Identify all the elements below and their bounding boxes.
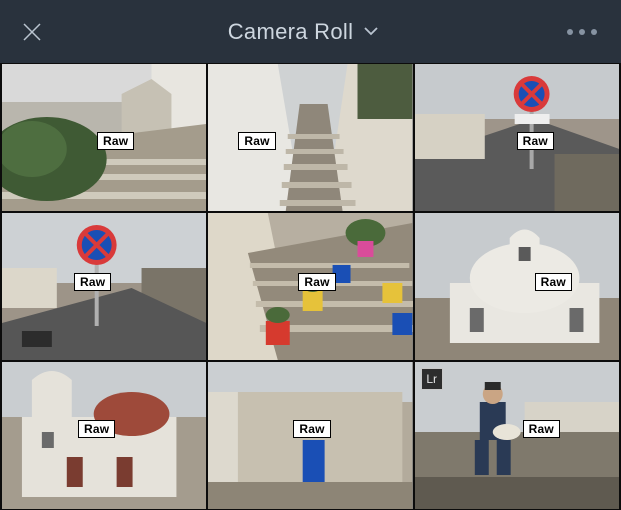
raw-badge: Raw bbox=[74, 273, 111, 291]
raw-badge: Raw bbox=[523, 420, 560, 438]
photo-thumb[interactable]: Lr Raw bbox=[415, 362, 619, 509]
photo-thumb[interactable]: Raw bbox=[2, 362, 206, 509]
raw-badge: Raw bbox=[535, 273, 572, 291]
photo-grid: Raw Raw bbox=[0, 63, 621, 510]
raw-badge: Raw bbox=[97, 132, 134, 150]
close-icon[interactable] bbox=[16, 16, 48, 48]
photo-thumb[interactable]: Raw bbox=[2, 64, 206, 211]
raw-badge: Raw bbox=[78, 420, 115, 438]
album-selector[interactable]: Camera Roll bbox=[228, 19, 380, 45]
photo-thumb[interactable]: Raw bbox=[415, 213, 619, 360]
photo-thumb[interactable]: Raw bbox=[208, 213, 412, 360]
more-icon[interactable] bbox=[559, 21, 605, 43]
page-title: Camera Roll bbox=[228, 19, 354, 45]
photo-thumb[interactable]: Raw bbox=[415, 64, 619, 211]
chevron-down-icon bbox=[363, 23, 379, 41]
photo-thumb[interactable]: Raw bbox=[208, 362, 412, 509]
raw-badge: Raw bbox=[517, 132, 554, 150]
photo-thumb[interactable]: Raw bbox=[2, 213, 206, 360]
photo-thumb[interactable]: Raw bbox=[208, 64, 412, 211]
lr-badge: Lr bbox=[421, 368, 443, 390]
raw-badge: Raw bbox=[298, 273, 335, 291]
raw-badge: Raw bbox=[238, 132, 275, 150]
raw-badge: Raw bbox=[293, 420, 330, 438]
header-bar: Camera Roll bbox=[0, 0, 621, 63]
